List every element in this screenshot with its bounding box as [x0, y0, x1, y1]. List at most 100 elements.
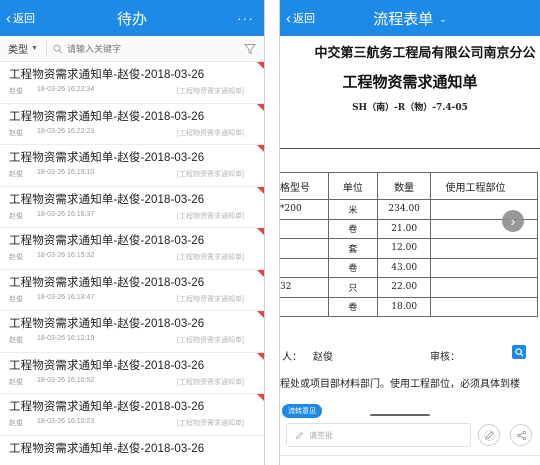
type-label: 类型: [8, 45, 28, 56]
cell-unit: 卷: [327, 257, 378, 278]
cell-spec: [280, 296, 329, 317]
cell-qty: 21.00: [376, 218, 432, 239]
page-title: 流程表单: [373, 10, 434, 28]
item-title: 工程物资需求通知单-赵俊-2018-03-26: [9, 442, 205, 455]
chevron-right-icon: ›: [510, 213, 516, 229]
list-item[interactable]: 工程物资需求通知单-赵俊-2018-03-26 赵俊 18-03-26 16:22…: [0, 62, 264, 104]
share-icon: [516, 430, 526, 440]
divider: [280, 455, 540, 456]
unread-flag-icon: [257, 186, 264, 194]
search-icon: [514, 347, 524, 357]
comment-placeholder: 请签批: [309, 430, 333, 440]
item-tag: [工程物资需求通知单]: [177, 295, 244, 303]
unread-flag-icon: [257, 311, 264, 318]
list-item[interactable]: 工程物资需求通知单-赵俊-2018-03-26 赵俊 18-03-26 16:12…: [0, 311, 264, 353]
drag-handle[interactable]: [370, 414, 430, 416]
applicant-name: 赵俊: [313, 352, 333, 363]
form-header: ‹ 返回 流程表单 ⌄: [280, 0, 540, 36]
chevron-down-icon: ⌄: [439, 14, 447, 25]
page-title-dropdown[interactable]: 流程表单 ⌄: [280, 8, 540, 29]
unread-flag-icon: [257, 103, 264, 111]
back-button[interactable]: ‹ 返回: [6, 0, 35, 36]
chevron-left-icon: ‹: [6, 9, 11, 27]
item-tag: [工程物资需求通知单]: [177, 254, 244, 261]
back-button[interactable]: ‹ 返回: [286, 0, 315, 36]
list-item[interactable]: 工程物资需求通知单-赵俊-2018-03-26 赵俊 18-03-26 16:10…: [0, 352, 264, 394]
flow-opinion-badge[interactable]: 流转意见: [282, 404, 322, 418]
item-time: 18-03-26 16:22:34: [37, 86, 95, 93]
applicant-label: 人：: [282, 352, 302, 363]
document-title: 工程物资需求通知单: [342, 73, 478, 91]
unread-flag-icon: [257, 394, 264, 401]
item-title: 工程物资需求通知单-赵俊-2018-03-26: [9, 401, 205, 413]
company-name: 中交第三航务工程局有限公司南京分公: [314, 46, 536, 61]
search-input[interactable]: [66, 43, 207, 54]
list-item[interactable]: 工程物资需求通知单-赵俊-2018-03-26: [0, 436, 264, 465]
list-item[interactable]: 工程物资需求通知单-赵俊-2018-03-26 赵俊 18-03-26 16:13…: [0, 269, 264, 311]
search-icon: [53, 44, 63, 53]
item-time: 18-03-26 16:16:37: [37, 210, 95, 218]
cell-unit: 卷: [327, 296, 378, 317]
search-button[interactable]: [512, 345, 526, 359]
type-dropdown[interactable]: 类型 ▼: [8, 41, 38, 56]
item-title: 工程物资需求通知单-赵俊-2018-03-26: [9, 318, 205, 330]
list-item[interactable]: 工程物资需求通知单-赵俊-2018-03-26 赵俊 18-03-26 16:10…: [0, 394, 264, 436]
table-row: 卷 21.00: [280, 218, 538, 239]
item-title: 工程物资需求通知单-赵俊-2018-03-26: [9, 69, 205, 81]
caret-down-icon: ▼: [31, 45, 38, 52]
back-label: 返回: [13, 13, 35, 25]
unread-flag-icon: [257, 228, 264, 235]
todo-list: 工程物资需求通知单-赵俊-2018-03-26 赵俊 18-03-26 16:22…: [0, 62, 264, 465]
edit-button[interactable]: [478, 424, 500, 446]
comment-input[interactable]: 请签批: [286, 423, 471, 447]
item-tag: [工程物资需求通知单]: [177, 212, 244, 220]
cell-qty: 43.00: [376, 257, 432, 278]
item-title: 工程物资需求通知单-赵俊-2018-03-26: [9, 152, 205, 164]
list-item[interactable]: 工程物资需求通知单-赵俊-2018-03-26 赵俊 18-03-26 16:15…: [0, 228, 264, 270]
filter-bar: 类型 ▼: [0, 36, 264, 62]
pencil-icon: [295, 431, 304, 439]
table-row: 32 只 22.00: [280, 277, 538, 298]
item-person: 赵俊: [9, 171, 23, 178]
item-person: 赵俊: [9, 337, 23, 344]
list-item[interactable]: 工程物资需求通知单-赵俊-2018-03-26 赵俊 18-03-26 16:19…: [0, 145, 264, 187]
cell-unit: 米: [327, 199, 378, 220]
table-row: 套 12.00: [280, 238, 538, 259]
cell-spec: 32: [280, 277, 329, 298]
unread-flag-icon: [257, 352, 264, 360]
cell-qty: 234.00: [376, 199, 432, 220]
item-time: 18-03-26 16:13:47: [37, 293, 95, 301]
item-tag: [工程物资需求通知单]: [177, 378, 244, 386]
share-button[interactable]: [510, 424, 532, 446]
table-row: *200 米 234.00: [280, 199, 538, 220]
cell-spec: [280, 218, 329, 239]
bottom-bar: 请签批: [280, 420, 540, 450]
divider: [280, 148, 540, 149]
item-time: 18-03-26 16:12:19: [37, 335, 95, 342]
unread-flag-icon: [257, 269, 264, 277]
list-item[interactable]: 工程物资需求通知单-赵俊-2018-03-26 赵俊 18-03-26 16:16…: [0, 186, 264, 228]
item-person: 赵俊: [9, 212, 23, 220]
cell-unit: 卷: [327, 218, 378, 239]
col-header: 单位: [327, 172, 378, 200]
cell-qty: 12.00: [376, 238, 432, 259]
item-person: 赵俊: [9, 378, 23, 386]
table-row: 卷 43.00: [280, 257, 538, 278]
search-box: [45, 40, 244, 57]
cell-spec: *200: [280, 199, 329, 220]
todo-screen: ‹ 返回 待办 ··· 类型 ▼ 工程物资需求通知单-赵俊-2018-03-26…: [0, 0, 265, 465]
item-tag: [工程物资需求通知单]: [177, 420, 244, 427]
item-tag: [工程物资需求通知单]: [177, 129, 244, 137]
cell-qty: 18.00: [376, 296, 432, 317]
item-time: 18-03-26 16:22:23: [37, 127, 95, 135]
more-icon[interactable]: ···: [237, 0, 254, 36]
item-time: 18-03-26 16:10:23: [37, 418, 95, 425]
cell-location: [430, 257, 538, 278]
next-page-button[interactable]: ›: [502, 210, 524, 232]
item-person: 赵俊: [9, 254, 23, 261]
filter-icon[interactable]: [244, 43, 256, 55]
list-item[interactable]: 工程物资需求通知单-赵俊-2018-03-26 赵俊 18-03-26 16:22…: [0, 103, 264, 145]
materials-table: 格型号 单位 数量 使用工程部位 *200 米 234.00 卷 21.00 套…: [280, 172, 538, 317]
cell-unit: 只: [327, 277, 378, 298]
item-time: 18-03-26 16:15:32: [37, 252, 95, 259]
